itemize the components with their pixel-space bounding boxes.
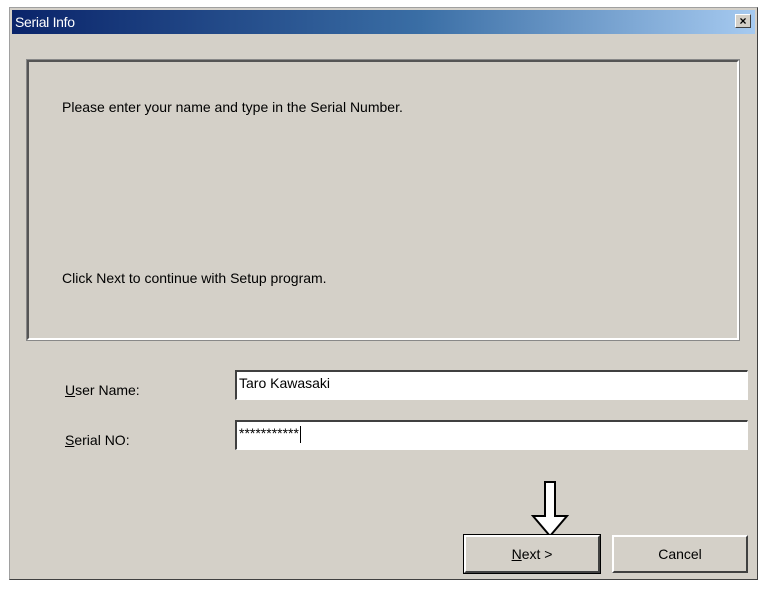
cancel-button-label: Cancel <box>658 546 702 562</box>
serial-label: Serial NO: <box>65 432 130 448</box>
close-button[interactable]: × <box>735 14 751 28</box>
close-icon: × <box>739 14 747 28</box>
user-name-mnemonic: U <box>65 382 76 398</box>
user-name-label: User Name: <box>65 382 140 398</box>
window-title: Serial Info <box>15 14 75 30</box>
info-continue-text: Click Next to continue with Setup progra… <box>62 270 327 286</box>
down-arrow-icon <box>530 481 570 538</box>
info-panel: Please enter your name and type in the S… <box>26 59 740 341</box>
serial-number-input[interactable]: *********** <box>235 420 748 450</box>
text-caret <box>299 425 301 443</box>
serial-mnemonic: S <box>65 432 75 448</box>
cancel-button[interactable]: Cancel <box>612 535 748 573</box>
next-button-label: ext > <box>521 546 553 562</box>
next-button[interactable]: Next > <box>463 534 601 574</box>
user-name-value: Taro Kawasaki <box>239 375 331 391</box>
next-mnemonic: N <box>511 546 522 562</box>
user-name-label-text: ser Name: <box>75 382 140 398</box>
user-name-input[interactable]: Taro Kawasaki <box>235 370 748 400</box>
info-instruction-text: Please enter your name and type in the S… <box>62 99 403 115</box>
title-bar[interactable]: Serial Info × <box>12 10 755 34</box>
serial-label-text: erial NO: <box>74 432 130 448</box>
serial-number-value: *********** <box>239 425 299 441</box>
